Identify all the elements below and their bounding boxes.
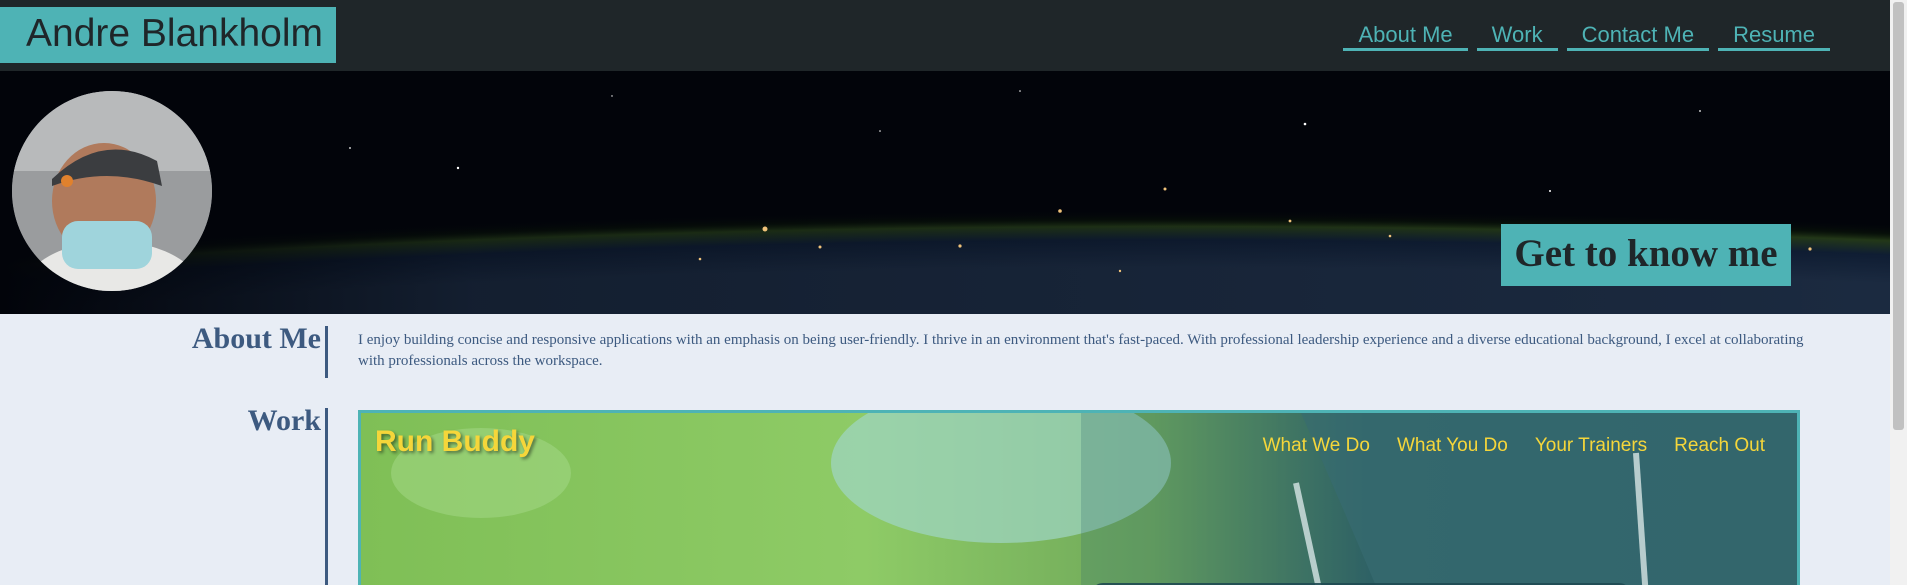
profile-photo-image: [12, 91, 212, 291]
nav-resume[interactable]: Resume: [1718, 20, 1830, 51]
work-heading: Work: [247, 404, 321, 437]
about-me-heading: About Me: [191, 322, 321, 355]
project-title[interactable]: Run Buddy: [375, 425, 535, 459]
nav-contact-me[interactable]: Contact Me: [1566, 20, 1710, 51]
about-me-text: I enjoy building concise and responsive …: [358, 332, 1804, 369]
scrollbar-thumb[interactable]: [1893, 2, 1904, 430]
project-nav-what-we-do[interactable]: What We Do: [1263, 435, 1370, 457]
work-divider: [325, 408, 328, 585]
hero-banner: Get to know me: [0, 71, 1890, 314]
nav-about-me[interactable]: About Me: [1343, 20, 1468, 51]
project-card-run-buddy[interactable]: Run Buddy What We Do What You Do Your Tr…: [358, 410, 1800, 585]
nav-work[interactable]: Work: [1476, 20, 1558, 51]
project-nav-reach-out[interactable]: Reach Out: [1674, 435, 1765, 457]
get-to-know-me-banner: Get to know me: [1501, 224, 1791, 286]
site-header: Andre Blankholm About Me Work Contact Me…: [0, 0, 1890, 71]
main-nav: About Me Work Contact Me Resume: [1343, 20, 1830, 51]
profile-avatar: [12, 91, 212, 291]
site-brand[interactable]: Andre Blankholm: [0, 7, 336, 63]
project-nav-your-trainers[interactable]: Your Trainers: [1535, 435, 1647, 457]
about-divider: [325, 326, 328, 378]
project-nav-what-you-do[interactable]: What You Do: [1397, 435, 1508, 457]
project-nav: What We Do What You Do Your Trainers Rea…: [1263, 435, 1765, 457]
